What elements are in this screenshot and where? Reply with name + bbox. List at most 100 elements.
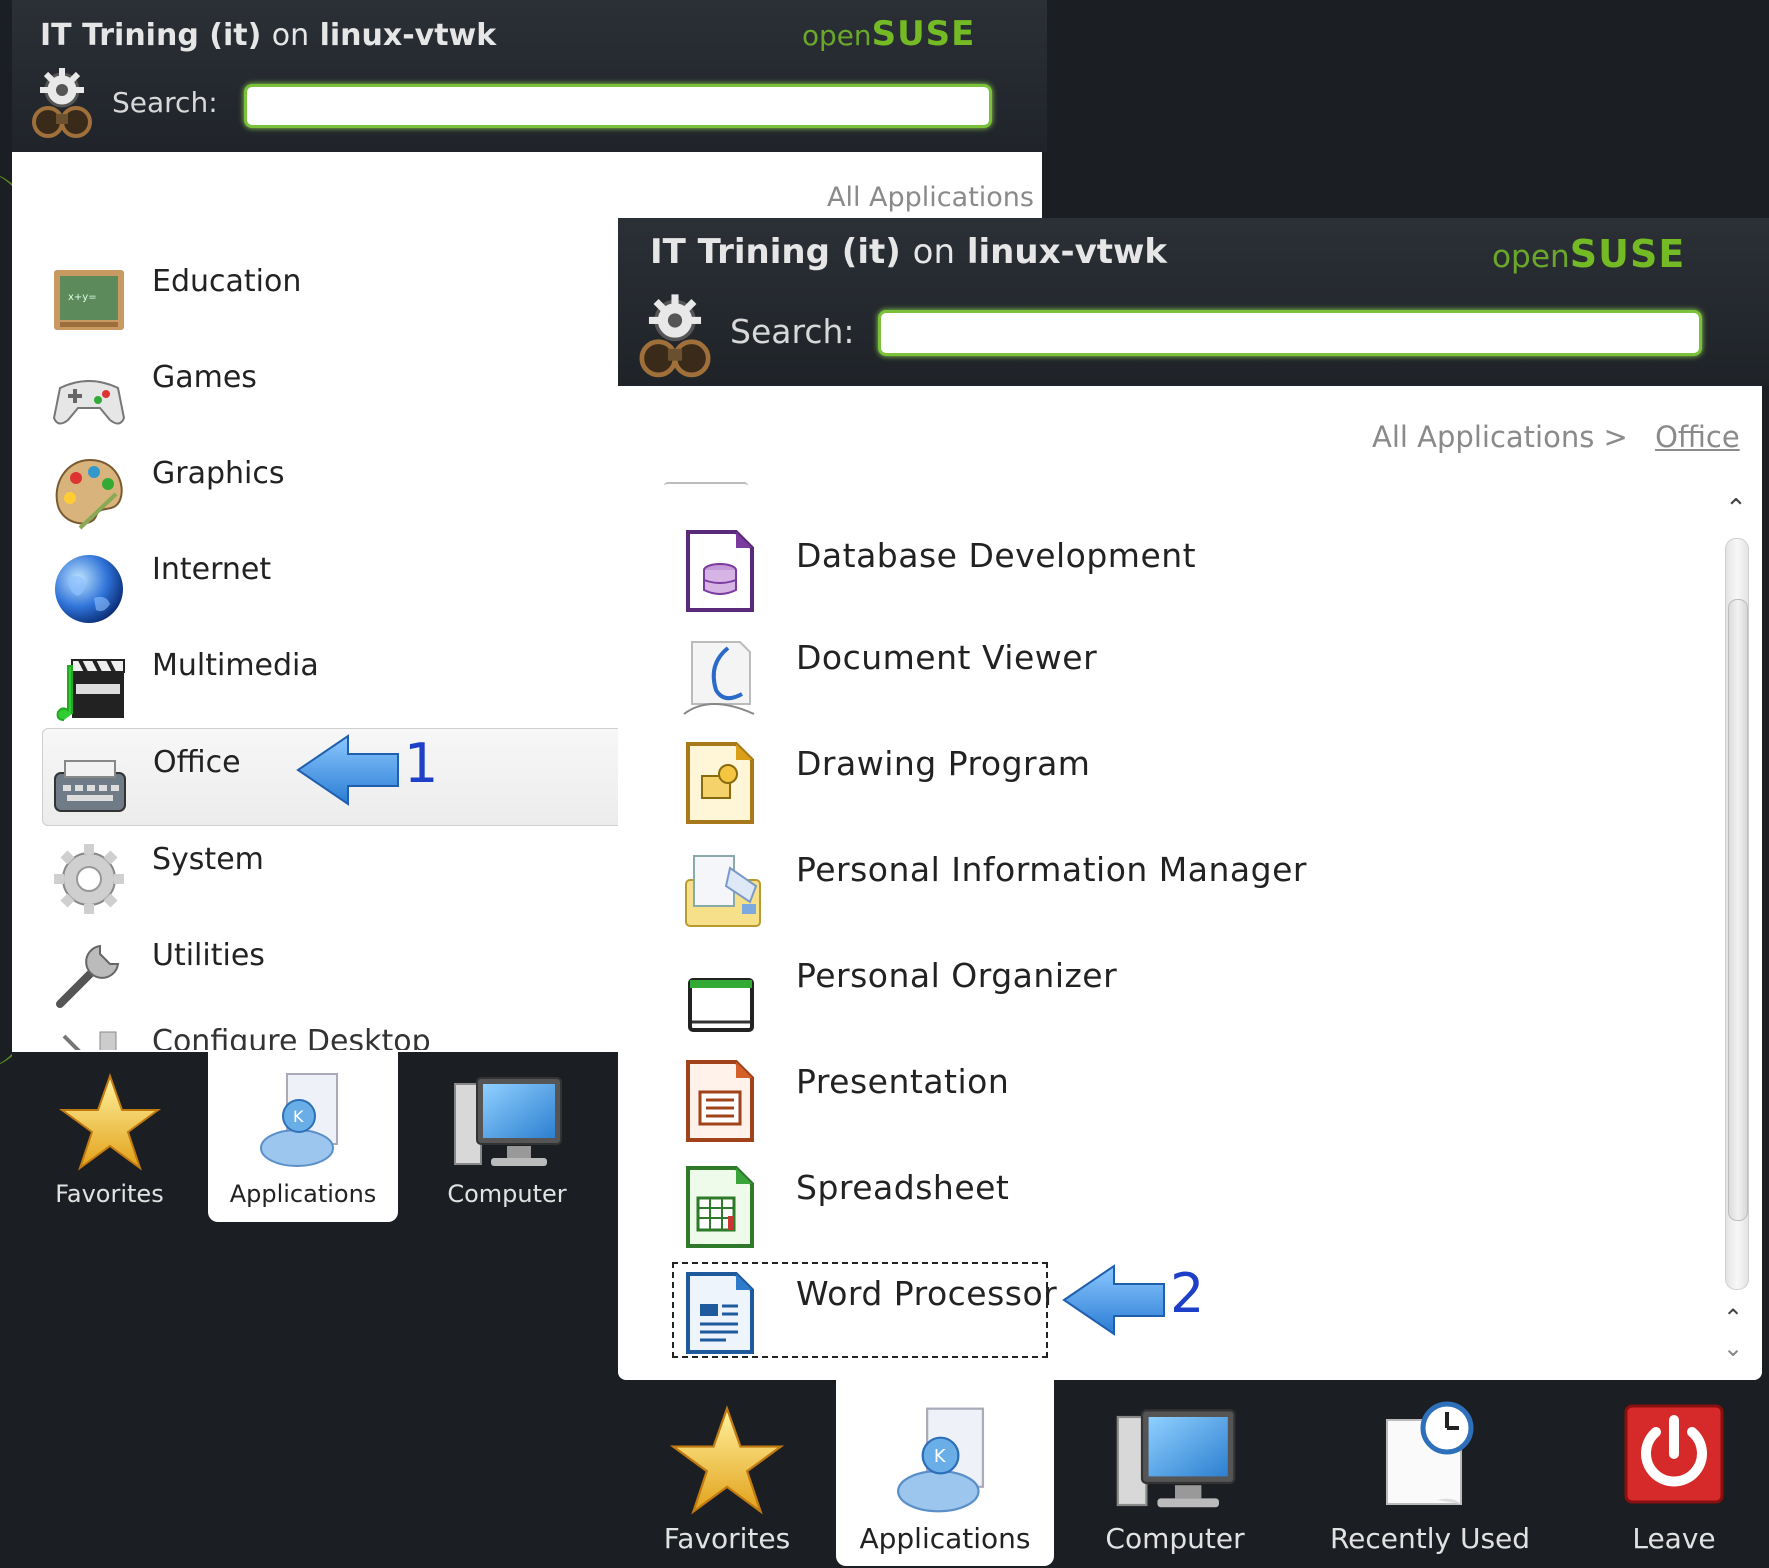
scroll-thumb[interactable] [1728, 599, 1748, 1221]
typewriter-icon [51, 743, 129, 821]
tab-recently-used[interactable]: Recently Used [1302, 1380, 1558, 1568]
menu-content: All Applications > Office Database Devel… [618, 386, 1762, 1380]
tab-bar: Favorites K Applications Computer Recent… [618, 1380, 1769, 1568]
annotation-number-2: 2 [1170, 1262, 1205, 1325]
app-label: Word Processor [796, 1274, 1058, 1313]
category-label: Utilities [152, 938, 265, 973]
app-document-viewer[interactable]: Document Viewer [658, 634, 1658, 734]
host-name: linux-vtwk [319, 18, 497, 53]
document-viewer-icon [680, 634, 760, 720]
app-label: Spreadsheet [796, 1168, 1010, 1207]
app-drawing-program[interactable]: Drawing Program [658, 740, 1658, 840]
host-name: linux-vtwk [966, 232, 1168, 272]
app-label: Drawing Program [796, 744, 1091, 783]
category-list: x+y= Education Games Graphics Internet M… [12, 248, 634, 1018]
tab-computer[interactable]: Computer [407, 1052, 607, 1222]
tab-applications[interactable]: K Applications [208, 1052, 398, 1222]
category-label: Education [152, 264, 302, 299]
annotation-number-1: 1 [404, 732, 439, 795]
category-configure-desktop[interactable]: Configure Desktop [12, 1020, 632, 1050]
annotation-arrow-2 [1062, 1262, 1166, 1342]
tab-label: Leave [1632, 1522, 1716, 1555]
app-personal-information-manager[interactable]: Personal Information Manager [658, 846, 1658, 946]
category-label: Games [152, 360, 257, 395]
category-graphics[interactable]: Graphics [12, 440, 632, 536]
svg-text:K: K [293, 1107, 304, 1126]
menu-header: IT Trining (it) on linux-vtwk openSUSE S… [618, 218, 1769, 386]
breadcrumb-all-applications[interactable]: All Applications [827, 182, 1034, 213]
app-label: Personal Organizer [796, 956, 1118, 995]
menu-header: IT Trining (it) on linux-vtwk openSUSE S… [12, 0, 1047, 152]
search-tools-icon [632, 292, 718, 382]
system-gear-icon [50, 840, 128, 918]
breadcrumb-office[interactable]: Office [1655, 420, 1740, 454]
user-name: IT Trining (it) [650, 232, 901, 272]
user-host-title: IT Trining (it) on linux-vtwk [650, 232, 1167, 272]
breadcrumb: All Applications > Office [1372, 420, 1740, 454]
category-education[interactable]: x+y= Education [12, 248, 632, 344]
breadcrumb-all-applications[interactable]: All Applications > [1372, 420, 1628, 454]
gamepad-icon [50, 358, 128, 436]
presentation-icon [680, 1058, 760, 1144]
tab-applications[interactable]: K Applications [836, 1380, 1054, 1566]
scroll-up-arrow-bottom-icon[interactable]: ⌃ [1723, 1304, 1743, 1332]
search-label: Search: [112, 86, 218, 119]
tab-label: Favorites [55, 1180, 164, 1208]
scroll-track[interactable] [1725, 538, 1749, 1290]
tab-label: Favorites [663, 1522, 791, 1555]
app-label: Presentation [796, 1062, 1010, 1101]
word-processor-icon [680, 1270, 760, 1356]
computer-icon [449, 1074, 565, 1178]
title-on: on [271, 18, 310, 53]
pim-icon [680, 846, 761, 932]
tab-computer[interactable]: Computer [1064, 1380, 1286, 1568]
title-on: on [912, 232, 955, 272]
tab-favorites[interactable]: Favorites [12, 1052, 207, 1222]
category-label: System [152, 842, 264, 877]
tab-favorites[interactable]: Favorites [618, 1380, 836, 1568]
opensuse-logo: openSUSE [802, 14, 975, 54]
tab-label: Applications [859, 1522, 1031, 1555]
palette-icon [50, 454, 128, 532]
category-label: Internet [152, 552, 272, 587]
drawing-icon [680, 740, 760, 826]
search-tools-icon [26, 66, 98, 142]
search-input[interactable] [244, 84, 992, 128]
vertical-scrollbar[interactable]: ⌃ ⌃ ⌄ [1721, 496, 1751, 1362]
tab-label: Applications [229, 1180, 377, 1208]
recently-used-icon [1377, 1400, 1483, 1520]
app-personal-organizer[interactable]: Personal Organizer [658, 952, 1658, 1052]
svg-text:K: K [934, 1446, 947, 1467]
brand-suse: SUSE [871, 14, 976, 54]
category-games[interactable]: Games [12, 344, 632, 440]
scrolled-item-edge [664, 482, 748, 494]
category-internet[interactable]: Internet [12, 536, 632, 632]
app-presentation[interactable]: Presentation [658, 1058, 1658, 1158]
category-system[interactable]: System [12, 826, 632, 922]
category-label: Graphics [152, 456, 285, 491]
search-input[interactable] [878, 310, 1702, 356]
category-label: Multimedia [152, 648, 319, 683]
category-label: Office [153, 745, 241, 780]
svg-text:x+y=: x+y= [68, 292, 97, 303]
scroll-down-arrow-icon[interactable]: ⌄ [1723, 1334, 1743, 1362]
tab-leave[interactable]: Leave [1584, 1380, 1764, 1568]
brand-open: open [1492, 239, 1570, 275]
category-utilities[interactable]: Utilities [12, 922, 632, 1018]
category-multimedia[interactable]: Multimedia [12, 632, 632, 728]
brand-suse: SUSE [1569, 232, 1686, 276]
scroll-up-arrow-icon[interactable]: ⌃ [1723, 496, 1749, 522]
database-icon [680, 528, 760, 614]
app-label: Document Viewer [796, 638, 1098, 677]
globe-icon [50, 550, 128, 628]
app-spreadsheet[interactable]: Spreadsheet [658, 1164, 1658, 1264]
category-label: Configure Desktop [152, 1024, 431, 1050]
user-name: IT Trining (it) [40, 18, 262, 53]
app-database-development[interactable]: Database Development [658, 528, 1658, 628]
applications-icon: K [253, 1068, 353, 1176]
kickoff-menu-front: IT Trining (it) on linux-vtwk openSUSE S… [618, 218, 1769, 1568]
tab-label: Recently Used [1329, 1522, 1531, 1555]
wrench-icon [50, 936, 128, 1014]
star-icon [58, 1072, 162, 1176]
applications-icon: K [889, 1402, 1001, 1522]
